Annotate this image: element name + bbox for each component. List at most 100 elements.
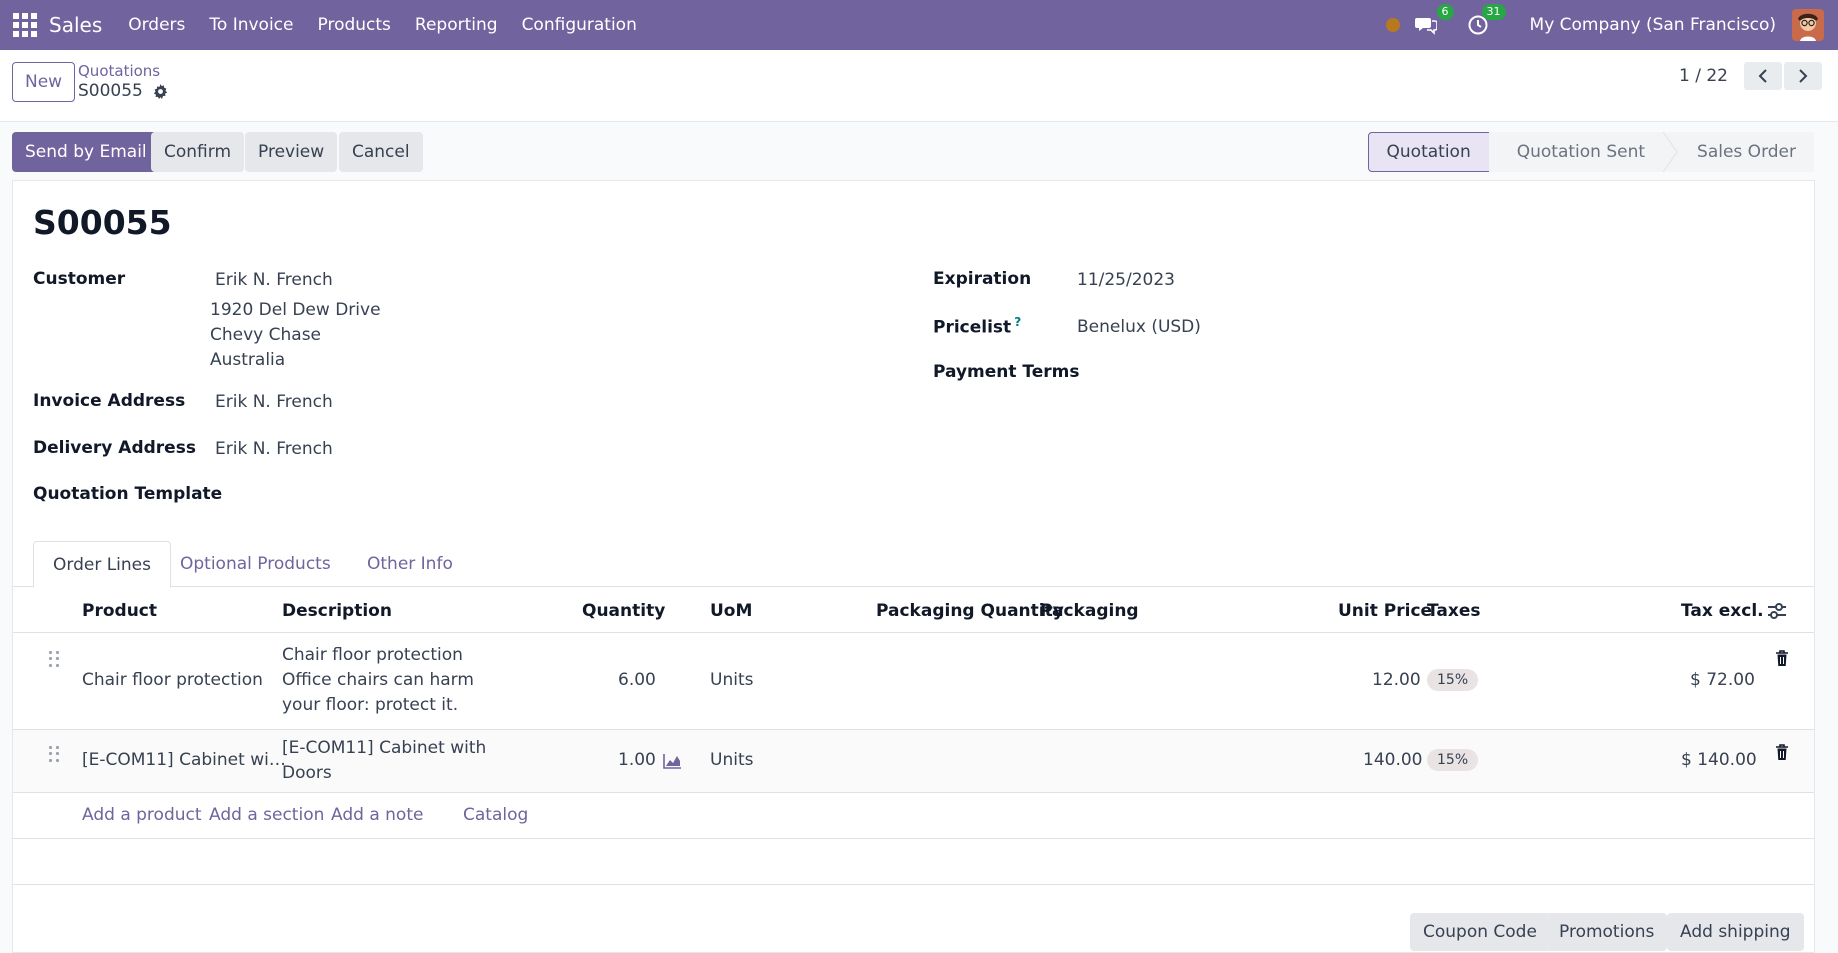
stage-quotation[interactable]: Quotation xyxy=(1367,132,1490,172)
coupon-code-button[interactable]: Coupon Code xyxy=(1410,913,1550,951)
menu-to-invoice[interactable]: To Invoice xyxy=(197,15,305,35)
messages-icon[interactable]: 6 xyxy=(1414,4,1454,37)
trash-icon[interactable] xyxy=(1775,650,1789,667)
col-quantity[interactable]: Quantity xyxy=(582,601,665,621)
menu-products[interactable]: Products xyxy=(306,15,403,35)
control-panel: New Quotations S00055 1 / 22 xyxy=(0,50,1838,122)
col-uom[interactable]: UoM xyxy=(710,601,752,621)
trash-icon[interactable] xyxy=(1775,744,1789,761)
tax-badge[interactable]: 15% xyxy=(1427,669,1479,691)
add-note-link[interactable]: Add a note xyxy=(331,805,423,825)
quotation-template-label: Quotation Template xyxy=(33,484,223,504)
chevron-right-icon xyxy=(1799,69,1808,83)
user-avatar[interactable] xyxy=(1792,9,1824,41)
table-row[interactable]: [E-COM11] Cabinet wi… [E-COM11] Cabinet … xyxy=(13,730,1814,793)
activities-badge: 31 xyxy=(1481,4,1506,20)
breadcrumb: Quotations S00055 xyxy=(78,62,168,101)
col-taxes[interactable]: Taxes xyxy=(1427,601,1481,621)
customer-address-line-2: Chevy Chase xyxy=(210,325,322,345)
menu-configuration[interactable]: Configuration xyxy=(510,15,649,35)
row-uom[interactable]: Units xyxy=(710,670,753,690)
breadcrumb-current: S00055 xyxy=(78,81,168,101)
customer-label: Customer xyxy=(33,269,126,289)
promotions-button[interactable]: Promotions xyxy=(1546,913,1668,951)
customer-address-line-3: Australia xyxy=(210,350,286,370)
row-unit-price[interactable]: 12.00 xyxy=(1372,670,1421,690)
add-product-link[interactable]: Add a product xyxy=(82,805,202,825)
pricelist-help-tooltip[interactable]: ? xyxy=(1014,315,1021,329)
row-description-line[interactable]: Doors xyxy=(282,763,332,783)
pricelist-field[interactable]: Benelux (USD) xyxy=(1077,317,1201,337)
row-unit-price[interactable]: 140.00 xyxy=(1363,750,1422,770)
cancel-button[interactable]: Cancel xyxy=(339,132,423,172)
add-section-link[interactable]: Add a section xyxy=(209,805,324,825)
row-description-line[interactable]: your floor: protect it. xyxy=(282,695,458,715)
pager-value[interactable]: 1 / 22 xyxy=(1679,66,1728,86)
row-description-line[interactable]: Chair floor protection xyxy=(282,645,463,665)
chevron-left-icon xyxy=(1758,69,1767,83)
drag-handle-icon[interactable] xyxy=(49,746,61,762)
apps-grid-icon[interactable] xyxy=(13,13,37,37)
stage-quotation-sent[interactable]: Quotation Sent xyxy=(1488,132,1664,172)
optional-columns-icon[interactable] xyxy=(1767,602,1787,620)
company-switcher[interactable]: My Company (San Francisco) xyxy=(1530,15,1776,35)
form-sheet: S00055 Customer Erik N. French 1920 Del … xyxy=(12,180,1815,953)
pricelist-label-text: Pricelist xyxy=(933,317,1012,338)
table-empty-row xyxy=(13,839,1814,885)
row-uom[interactable]: Units xyxy=(710,750,753,770)
col-tax-excl[interactable]: Tax excl. xyxy=(1681,601,1764,621)
customer-field[interactable]: Erik N. French xyxy=(215,270,333,290)
status-dot-icon[interactable] xyxy=(1385,18,1400,32)
status-bar: Quotation Quotation Sent Sales Order xyxy=(1367,132,1814,172)
action-bar: Send by Email Confirm Preview Cancel Quo… xyxy=(0,122,1838,180)
messages-badge: 6 xyxy=(1436,4,1454,20)
expiration-label: Expiration xyxy=(933,269,1032,289)
breadcrumb-current-label: S00055 xyxy=(78,81,143,101)
invoice-address-field[interactable]: Erik N. French xyxy=(215,392,333,412)
catalog-link[interactable]: Catalog xyxy=(463,805,528,825)
row-description-line[interactable]: [E-COM11] Cabinet with xyxy=(282,738,486,758)
row-subtotal: $ 72.00 xyxy=(1690,670,1755,690)
col-unit-price[interactable]: Unit Price xyxy=(1338,601,1432,621)
tab-other-info[interactable]: Other Info xyxy=(348,541,472,587)
table-row[interactable]: Chair floor protection Chair floor prote… xyxy=(13,633,1814,730)
customer-address-line-1: 1920 Del Dew Drive xyxy=(210,300,381,320)
confirm-button[interactable]: Confirm xyxy=(151,132,245,172)
tab-order-lines[interactable]: Order Lines xyxy=(33,541,171,588)
row-product[interactable]: [E-COM11] Cabinet wi… xyxy=(82,750,286,770)
expiration-field[interactable]: 11/25/2023 xyxy=(1077,270,1175,290)
row-quantity[interactable]: 6.00 xyxy=(618,670,656,690)
activities-clock-icon[interactable]: 31 xyxy=(1466,4,1506,37)
drag-handle-icon[interactable] xyxy=(49,651,61,667)
col-packaging-quantity[interactable]: Packaging Quantity xyxy=(876,601,1064,621)
tax-badge[interactable]: 15% xyxy=(1427,749,1479,771)
delivery-address-label: Delivery Address xyxy=(33,438,196,458)
row-quantity[interactable]: 1.00 xyxy=(618,750,656,770)
preview-button[interactable]: Preview xyxy=(245,132,338,172)
pager: 1 / 22 xyxy=(1679,62,1822,90)
stage-arrow-icon xyxy=(1663,132,1680,172)
col-description[interactable]: Description xyxy=(282,601,392,621)
col-product[interactable]: Product xyxy=(82,601,157,621)
new-button[interactable]: New xyxy=(12,62,76,102)
stage-sales-order[interactable]: Sales Order xyxy=(1679,132,1814,172)
delivery-address-field[interactable]: Erik N. French xyxy=(215,439,333,459)
invoice-address-label: Invoice Address xyxy=(33,391,186,411)
add-shipping-button[interactable]: Add shipping xyxy=(1667,913,1804,951)
pager-previous-button[interactable] xyxy=(1744,62,1782,90)
app-name[interactable]: Sales xyxy=(49,13,102,37)
menu-reporting[interactable]: Reporting xyxy=(403,15,510,35)
gear-icon[interactable] xyxy=(153,83,168,99)
pricelist-label: Pricelist? xyxy=(933,315,1021,338)
tab-optional-products[interactable]: Optional Products xyxy=(161,541,350,587)
send-by-email-button[interactable]: Send by Email xyxy=(12,132,160,172)
row-product[interactable]: Chair floor protection xyxy=(82,670,263,690)
col-packaging[interactable]: Packaging xyxy=(1040,601,1139,621)
row-description-line[interactable]: Office chairs can harm xyxy=(282,670,474,690)
forecast-chart-icon[interactable] xyxy=(663,753,682,769)
breadcrumb-quotations-link[interactable]: Quotations xyxy=(78,62,168,80)
row-subtotal: $ 140.00 xyxy=(1681,750,1757,770)
pager-next-button[interactable] xyxy=(1784,62,1822,90)
menu-orders[interactable]: Orders xyxy=(116,15,197,35)
add-line-links: Add a product Add a section Add a note C… xyxy=(13,793,1814,839)
